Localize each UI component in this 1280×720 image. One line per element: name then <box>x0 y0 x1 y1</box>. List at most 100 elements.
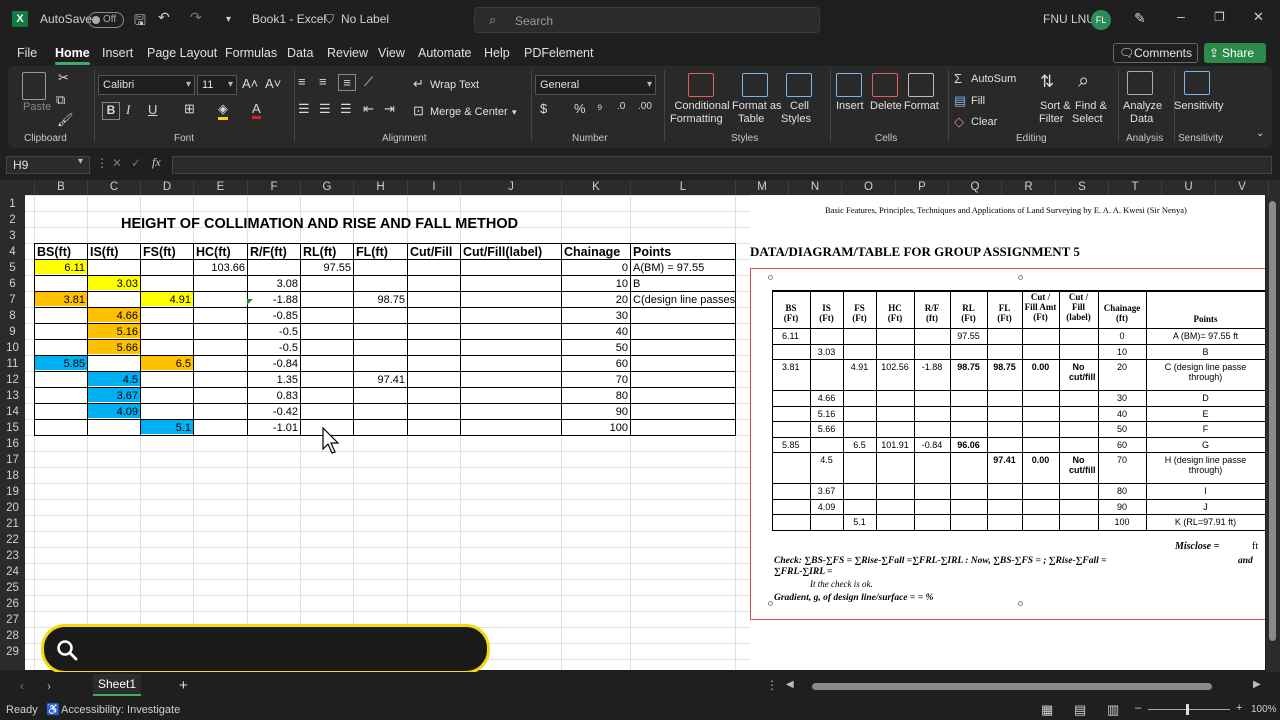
zoom-in-icon[interactable]: + <box>1236 702 1242 714</box>
row-header[interactable]: 20 <box>0 500 25 516</box>
col-header[interactable]: B <box>35 180 88 195</box>
row-header[interactable]: 21 <box>0 516 25 532</box>
close-icon[interactable]: ✕ <box>1253 9 1264 25</box>
col-header[interactable]: U <box>1162 180 1216 195</box>
font-size-select[interactable]: 11 <box>197 75 237 95</box>
cell-styles-label-2[interactable]: Styles <box>781 113 811 126</box>
row-header[interactable]: 11 <box>0 356 25 372</box>
page-break-icon[interactable]: ▥ <box>1107 702 1119 718</box>
paste-icon[interactable] <box>22 72 46 100</box>
find-select-label-1[interactable]: Find & <box>1075 100 1107 113</box>
embedded-image[interactable]: Basic Features, Principles, Techniques a… <box>750 195 1265 670</box>
col-header[interactable]: G <box>301 180 354 195</box>
col-header[interactable]: Q <box>949 180 1002 195</box>
decrease-decimal-icon[interactable]: .00 <box>638 101 652 112</box>
col-header[interactable]: L <box>631 180 736 195</box>
italic-button[interactable]: I <box>126 102 130 118</box>
tab-help[interactable]: Help <box>484 46 510 60</box>
row-header[interactable]: 14 <box>0 404 25 420</box>
select-all-corner[interactable] <box>0 180 35 195</box>
align-right-icon[interactable]: ☰ <box>340 101 352 117</box>
avatar[interactable]: FL <box>1091 10 1111 30</box>
search-input[interactable]: ⌕ Search <box>474 7 820 33</box>
sensitivity-button[interactable]: Sensitivity <box>1174 100 1224 113</box>
col-header[interactable]: J <box>461 180 562 195</box>
delete-cells-button[interactable]: Delete <box>870 100 902 113</box>
col-header[interactable]: I <box>408 180 461 195</box>
tab-review[interactable]: Review <box>327 46 368 60</box>
vertical-scrollbar[interactable] <box>1266 195 1280 672</box>
fill-button[interactable]: Fill <box>971 95 985 108</box>
row-header[interactable]: 16 <box>0 436 25 452</box>
col-header[interactable]: H <box>354 180 408 195</box>
increase-font-icon[interactable]: A˄ <box>242 76 258 91</box>
worksheet-grid[interactable]: HEIGHT OF COLLIMATION AND RISE AND FALL … <box>25 195 1265 670</box>
next-sheet-icon[interactable]: › <box>47 679 51 693</box>
row-header[interactable]: 10 <box>0 340 25 356</box>
tab-pdfelement[interactable]: PDFelement <box>524 46 593 60</box>
namebox-dropdown-icon[interactable]: ▾ <box>78 156 83 167</box>
increase-decimal-icon[interactable]: .0 <box>617 101 625 112</box>
row-header[interactable]: 6 <box>0 276 25 292</box>
conditional-formatting-label-2[interactable]: Formatting <box>670 113 723 126</box>
row-header[interactable]: 26 <box>0 596 25 612</box>
row-header[interactable]: 13 <box>0 388 25 404</box>
col-header[interactable]: M <box>736 180 789 195</box>
col-header[interactable]: T <box>1109 180 1162 195</box>
copy-icon[interactable]: ⧉ <box>56 92 65 108</box>
add-sheet-icon[interactable]: + <box>179 677 188 694</box>
resize-handle-icon[interactable] <box>1018 601 1023 606</box>
row-header[interactable]: 5 <box>0 260 25 276</box>
share-button[interactable]: ⇪ Share <box>1204 43 1266 63</box>
wrap-text-button[interactable]: Wrap Text <box>430 79 479 92</box>
col-header[interactable]: F <box>248 180 301 195</box>
resize-handle-icon[interactable] <box>1018 275 1023 280</box>
row-header[interactable]: 12 <box>0 372 25 388</box>
col-header[interactable]: D <box>141 180 194 195</box>
resize-handle-icon[interactable] <box>768 601 773 606</box>
tab-home[interactable]: Home <box>55 46 90 65</box>
analyze-data-label-2[interactable]: Data <box>1130 113 1153 126</box>
row-header[interactable]: 24 <box>0 564 25 580</box>
col-header[interactable]: E <box>194 180 248 195</box>
row-header[interactable]: 15 <box>0 420 25 436</box>
row-header[interactable]: 23 <box>0 548 25 564</box>
increase-indent-icon[interactable]: ⇥ <box>384 101 395 117</box>
row-header[interactable]: 27 <box>0 612 25 628</box>
insert-cells-button[interactable]: Insert <box>836 100 864 113</box>
undo-icon[interactable]: ↶ <box>158 9 170 26</box>
font-color-icon[interactable]: A <box>252 101 261 119</box>
underline-button[interactable]: U <box>148 102 157 117</box>
pen-icon[interactable]: ✎ <box>1134 10 1146 27</box>
conditional-formatting-label-1[interactable]: Conditional <box>672 100 732 113</box>
col-header[interactable]: O <box>842 180 896 195</box>
row-header[interactable]: 4 <box>0 244 25 260</box>
accessibility-status[interactable]: Accessibility: Investigate <box>61 704 180 716</box>
redo-icon[interactable]: ↷ <box>190 9 202 26</box>
cut-icon[interactable]: ✂ <box>58 70 69 86</box>
page-layout-icon[interactable]: ▤ <box>1074 702 1086 718</box>
align-bottom-icon[interactable]: ≡ <box>338 74 356 91</box>
bold-button[interactable]: B <box>102 102 120 120</box>
normal-view-icon[interactable]: ▦ <box>1041 702 1053 718</box>
cancel-icon[interactable]: ✕ <box>112 156 122 170</box>
tab-automate[interactable]: Automate <box>418 46 472 60</box>
col-header[interactable]: N <box>789 180 842 195</box>
maximize-icon[interactable]: ❐ <box>1214 10 1225 24</box>
row-header[interactable]: 19 <box>0 484 25 500</box>
row-header[interactable]: 18 <box>0 468 25 484</box>
format-cells-button[interactable]: Format <box>904 100 939 113</box>
insert-function-icon[interactable]: fx <box>152 155 161 170</box>
vertical-scroll-thumb[interactable] <box>1269 201 1276 641</box>
enter-icon[interactable]: ✓ <box>131 156 141 170</box>
align-middle-icon[interactable]: ≡ <box>319 74 327 89</box>
tab-page-layout[interactable]: Page Layout <box>147 46 217 60</box>
cell-styles-label-1[interactable]: Cell <box>790 100 809 113</box>
sort-filter-label-1[interactable]: Sort & <box>1040 100 1071 113</box>
find-select-label-2[interactable]: Select <box>1072 113 1103 126</box>
col-header[interactable]: P <box>896 180 949 195</box>
sensitivity-label[interactable]: No Label <box>341 12 389 26</box>
merge-center-button[interactable]: Merge & Center <box>430 106 508 119</box>
orientation-icon[interactable]: ⟋ <box>364 74 373 90</box>
comments-button[interactable]: 🗨 Comments <box>1113 43 1198 63</box>
